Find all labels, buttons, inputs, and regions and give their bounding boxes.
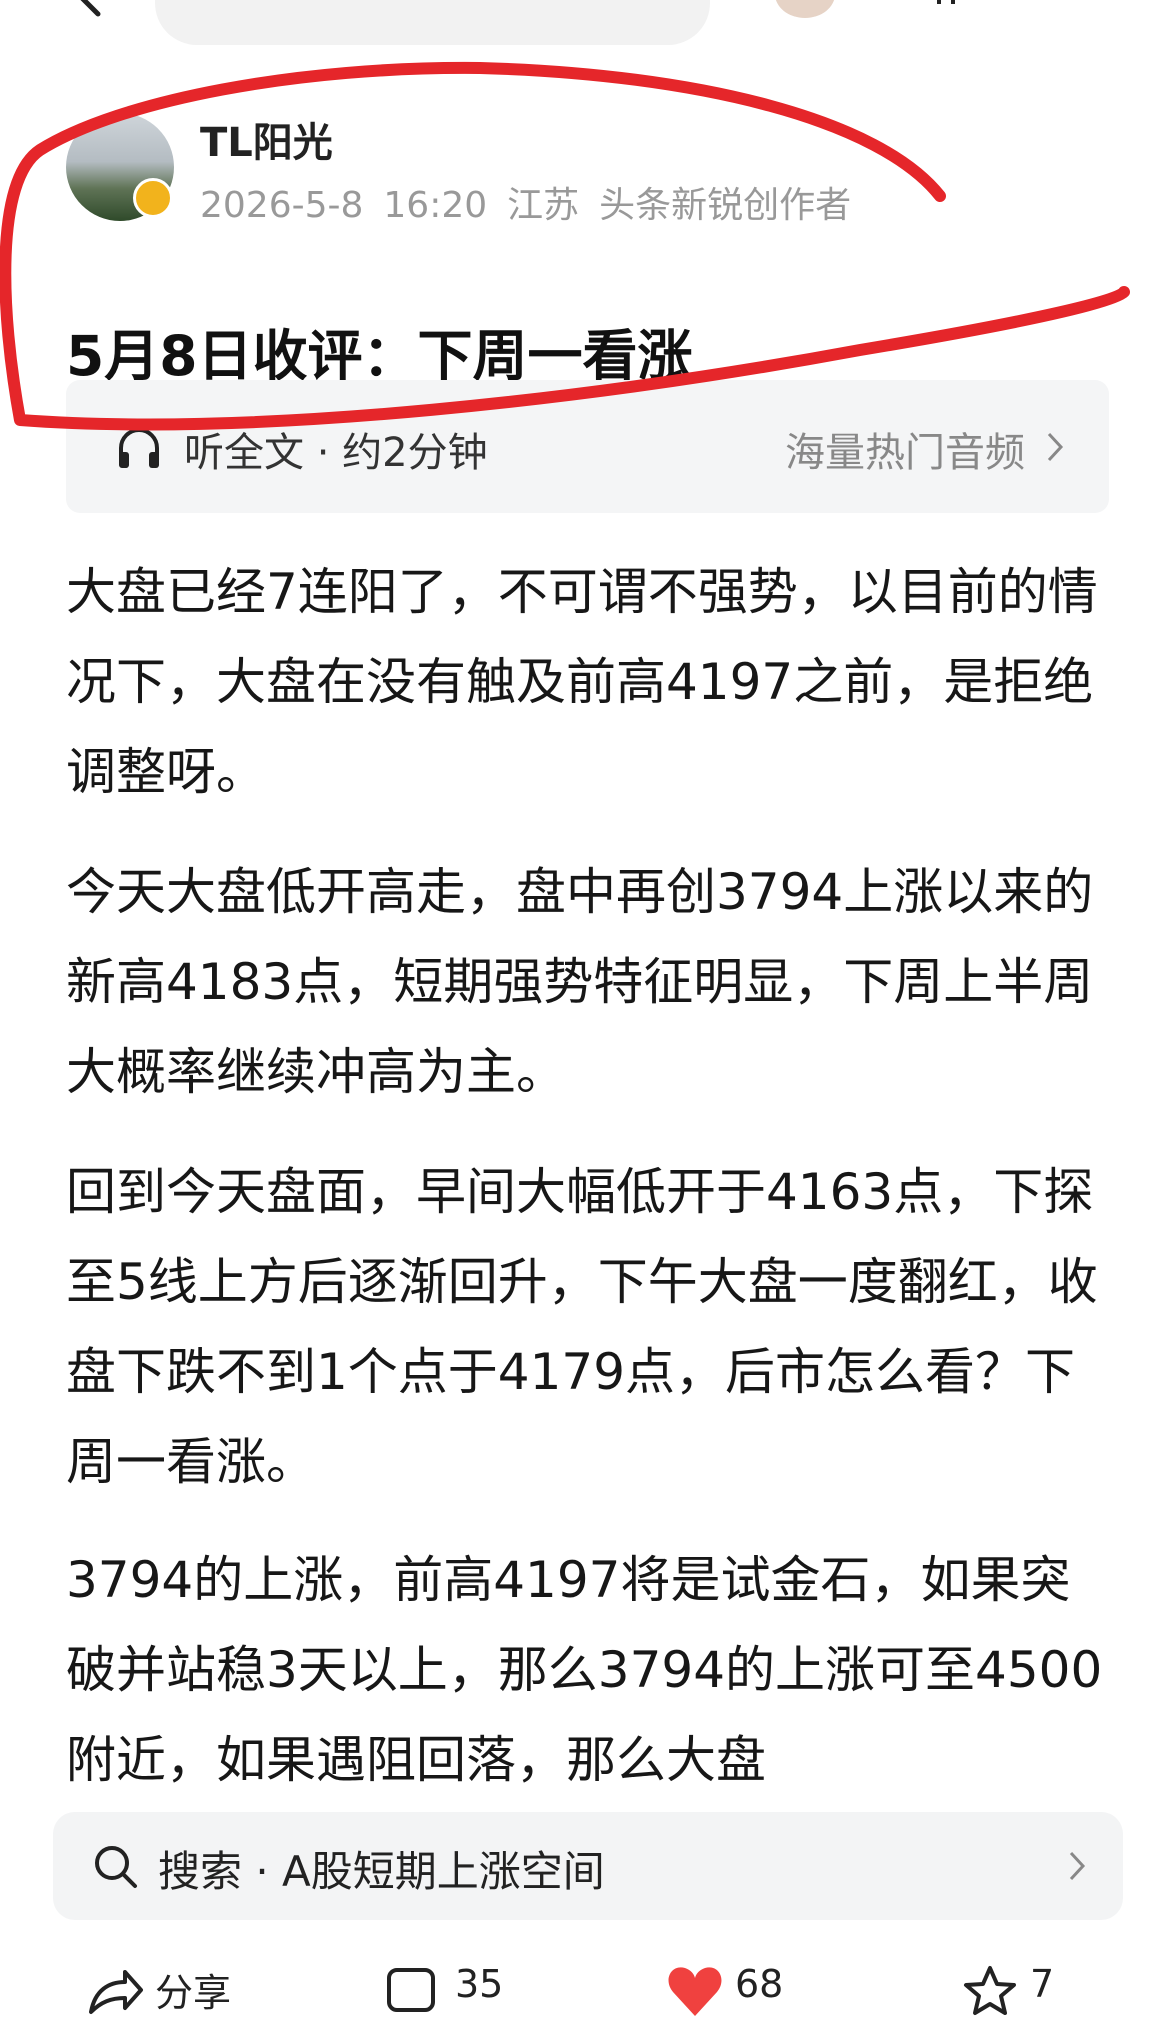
chevron-right-icon — [1069, 1851, 1086, 1881]
article-title: 5月8日收评：下周一看涨 — [66, 323, 693, 388]
star-icon — [964, 1966, 1016, 2015]
share-icon — [89, 1970, 143, 2014]
like-count: 68 — [735, 1962, 784, 2006]
headphone-icon — [119, 428, 159, 468]
comment-icon — [387, 1968, 435, 2012]
related-search-bar[interactable]: 搜索 · A股短期上涨空间 — [53, 1812, 1123, 1920]
article-paragraph: 大盘已经7连阳了，不可谓不强势，以目前的情况下，大盘在没有触及前高4197之前，… — [66, 563, 1098, 801]
post-time: 16:20 — [383, 185, 488, 226]
chevron-right-icon — [1047, 432, 1064, 462]
heart-icon — [668, 1967, 722, 2016]
post-location: 江苏 — [507, 185, 580, 226]
popular-audio-link[interactable]: 海量热门音频 — [785, 420, 1025, 478]
search-icon — [95, 1846, 137, 1888]
comment-count: 35 — [455, 1962, 504, 2006]
article-paragraph: 今天大盘低开高走，盘中再创3794上涨以来的新高4183点，短期强势特征明显，下… — [66, 863, 1094, 1101]
more-icon[interactable] — [925, 0, 965, 16]
author-tag: 头条新锐创作者 — [599, 185, 852, 226]
search-bar[interactable] — [155, 0, 710, 45]
article-paragraph: 3794的上涨，前高4197将是试金石，如果突破并站稳3天以上，那么3794的上… — [66, 1551, 1103, 1789]
author-name[interactable]: TL阳光 — [200, 110, 333, 168]
related-search-text: 搜索 · A股短期上涨空间 — [158, 1847, 605, 1896]
top-navigation-bar — [0, 0, 1176, 60]
post-meta: 2026-5-8 16:20 江苏 头条新锐创作者 — [200, 176, 871, 228]
listen-full-text-label: 听全文 · 约2分钟 — [184, 430, 488, 476]
creator-badge-icon — [133, 178, 173, 218]
article-paragraph: 回到今天盘面，早间大幅低开于4163点，下探至5线上方后逐渐回升，下午大盘一度翻… — [66, 1163, 1098, 1491]
back-arrow-icon[interactable] — [70, 0, 110, 18]
avatar[interactable] — [775, 0, 835, 18]
share-label: 分享 — [155, 1971, 232, 2015]
bottom-action-bar: 分享 35 68 7 — [0, 1950, 1176, 2016]
listen-audio-bar[interactable]: 听全文 · 约2分钟 海量热门音频 — [66, 380, 1109, 513]
favorite-count: 7 — [1030, 1962, 1055, 2006]
post-date: 2026-5-8 — [200, 185, 364, 226]
